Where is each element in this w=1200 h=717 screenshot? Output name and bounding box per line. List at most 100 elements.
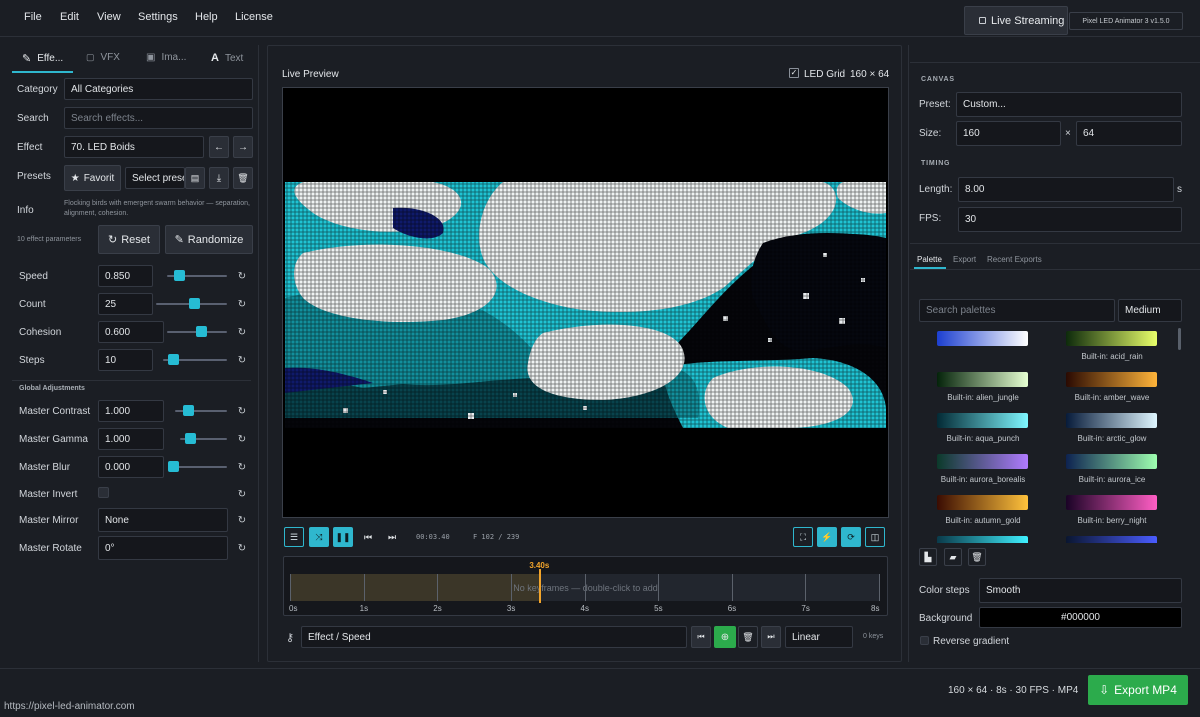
palette-size-select[interactable]: Medium [1118, 299, 1182, 322]
palette-search-input[interactable]: Search palettes [919, 299, 1115, 322]
download-preset-button[interactable]: ⤓ [209, 167, 229, 189]
palette-swatch[interactable] [1066, 331, 1157, 346]
canvas-height-input[interactable]: 64 [1076, 121, 1182, 146]
palette-swatch[interactable] [1066, 413, 1157, 428]
menu-view[interactable]: View [97, 11, 121, 23]
steps-input[interactable]: 10 [98, 349, 153, 371]
refresh-icon[interactable]: ↻ [237, 328, 247, 338]
tab-palette[interactable]: Palette [917, 255, 942, 264]
palette-swatch[interactable] [937, 536, 1028, 543]
palette-scrollbar[interactable] [1178, 328, 1181, 350]
menu-license[interactable]: License [235, 11, 273, 23]
palette-swatch[interactable] [937, 495, 1028, 510]
led-grid-checkbox[interactable]: ✓ [789, 68, 799, 78]
refresh-icon[interactable]: ↻ [237, 516, 247, 526]
tab-images[interactable]: ▣ Ima... [146, 52, 186, 63]
master-contrast-input[interactable]: 1.000 [98, 400, 164, 422]
cohesion-slider-handle[interactable] [196, 326, 208, 337]
export-mp4-button[interactable]: ⇩ Export MP4 [1088, 675, 1188, 705]
palette-swatch[interactable] [937, 454, 1028, 469]
color-steps-select[interactable]: Smooth [979, 578, 1182, 603]
tab-export[interactable]: Export [953, 255, 976, 264]
tab-vfx[interactable]: ▢ VFX [86, 52, 120, 63]
next-effect-button[interactable]: → [233, 136, 253, 158]
delete-palette-button[interactable]: 🗑 [968, 548, 986, 566]
refresh-icon[interactable]: ↻ [237, 463, 247, 473]
live-streaming-button[interactable]: Live Streaming [964, 6, 1068, 35]
fps-input[interactable]: 30 [958, 207, 1182, 232]
next-keyframe-button[interactable]: ⏭ [761, 626, 781, 648]
refresh-icon[interactable]: ↻ [237, 272, 247, 282]
save-preset-button[interactable]: ▤ [185, 167, 205, 189]
menu-file[interactable]: File [24, 11, 42, 23]
palette-swatch[interactable] [1066, 454, 1157, 469]
favorite-button[interactable]: ★ Favorit [64, 165, 121, 191]
tab-recent-exports[interactable]: Recent Exports [987, 255, 1042, 264]
blur-slider-handle[interactable] [168, 461, 179, 472]
gamma-slider-handle[interactable] [185, 433, 197, 444]
refresh-icon[interactable]: ↻ [237, 300, 247, 310]
menu-help[interactable]: Help [195, 11, 218, 23]
refresh-icon[interactable]: ↻ [237, 356, 247, 366]
master-rotate-select[interactable]: 0° [98, 536, 228, 560]
magic-wand-icon: ✎ [174, 234, 184, 246]
refresh-icon[interactable]: ↻ [237, 490, 247, 500]
open-palette-button[interactable]: ▰ [944, 548, 962, 566]
keyframe-param-select[interactable]: Effect / Speed [301, 626, 687, 648]
skip-back-button[interactable]: ⏮ [358, 527, 378, 547]
add-palette-button[interactable]: ▙ [919, 548, 937, 566]
split-view-button[interactable]: ◫ [865, 527, 885, 547]
master-blur-input[interactable]: 0.000 [98, 456, 164, 478]
menu-toggle-button[interactable]: ☰ [284, 527, 304, 547]
master-gamma-input[interactable]: 1.000 [98, 428, 164, 450]
reset-button[interactable]: ↻ Reset [98, 225, 160, 254]
skip-forward-button[interactable]: ⏭ [382, 527, 402, 547]
timeline[interactable]: No keyframes — double-click to add 0s 1s 2… [283, 556, 888, 616]
loop-button[interactable]: ⟳ [841, 527, 861, 547]
prev-keyframe-button[interactable]: ⏮ [691, 626, 711, 648]
menu-settings[interactable]: Settings [138, 11, 178, 23]
previous-effect-button[interactable]: ← [209, 136, 229, 158]
refresh-icon[interactable]: ↻ [237, 435, 247, 445]
contrast-slider-handle[interactable] [183, 405, 195, 416]
fullscreen-button[interactable]: ⛶ [793, 527, 813, 547]
randomize-button[interactable]: ✎ Randomize [165, 225, 253, 254]
speed-slider-handle[interactable] [174, 270, 186, 281]
delete-preset-button[interactable]: 🗑 [233, 167, 253, 189]
speed-input[interactable]: 0.850 [98, 265, 153, 287]
preset-select[interactable]: Select prese [125, 167, 185, 189]
easing-select[interactable]: Linear [785, 626, 853, 648]
pause-button[interactable]: ❚❚ [333, 527, 353, 547]
led-preview-canvas[interactable] [282, 87, 889, 518]
add-keyframe-button[interactable]: ⊕ [714, 626, 736, 648]
canvas-width-input[interactable]: 160 [956, 121, 1061, 146]
palette-swatch[interactable] [937, 413, 1028, 428]
tab-text[interactable]: A Text [211, 52, 243, 64]
reverse-gradient-checkbox[interactable] [920, 636, 929, 645]
palette-swatch[interactable] [1066, 536, 1157, 543]
master-invert-checkbox[interactable] [98, 487, 109, 498]
refresh-icon[interactable]: ↻ [237, 407, 247, 417]
shuffle-button[interactable]: ⤨ [309, 527, 329, 547]
effect-select[interactable]: 70. LED Boids [64, 136, 204, 158]
category-select[interactable]: All Categories [64, 78, 253, 100]
palette-swatch[interactable] [937, 372, 1028, 387]
delete-keyframe-button[interactable]: 🗑 [738, 626, 758, 648]
playhead[interactable] [539, 569, 542, 603]
background-color-input[interactable]: #000000 [979, 607, 1182, 628]
canvas-preset-select[interactable]: Custom... [956, 92, 1182, 117]
cohesion-input[interactable]: 0.600 [98, 321, 164, 343]
refresh-icon[interactable]: ↻ [237, 544, 247, 554]
tab-effects[interactable]: ✎ Effe... [22, 52, 63, 65]
length-input[interactable]: 8.00 [958, 177, 1174, 202]
palette-swatch[interactable] [1066, 372, 1157, 387]
count-slider-handle[interactable] [189, 298, 200, 309]
plug-button[interactable]: ⚡ [817, 527, 837, 547]
menu-edit[interactable]: Edit [60, 11, 79, 23]
palette-swatch[interactable] [1066, 495, 1157, 510]
palette-swatch[interactable] [937, 331, 1028, 346]
count-input[interactable]: 25 [98, 293, 153, 315]
master-mirror-select[interactable]: None [98, 508, 228, 532]
steps-slider-handle[interactable] [168, 354, 180, 365]
search-effects-input[interactable]: Search effects... [64, 107, 253, 129]
